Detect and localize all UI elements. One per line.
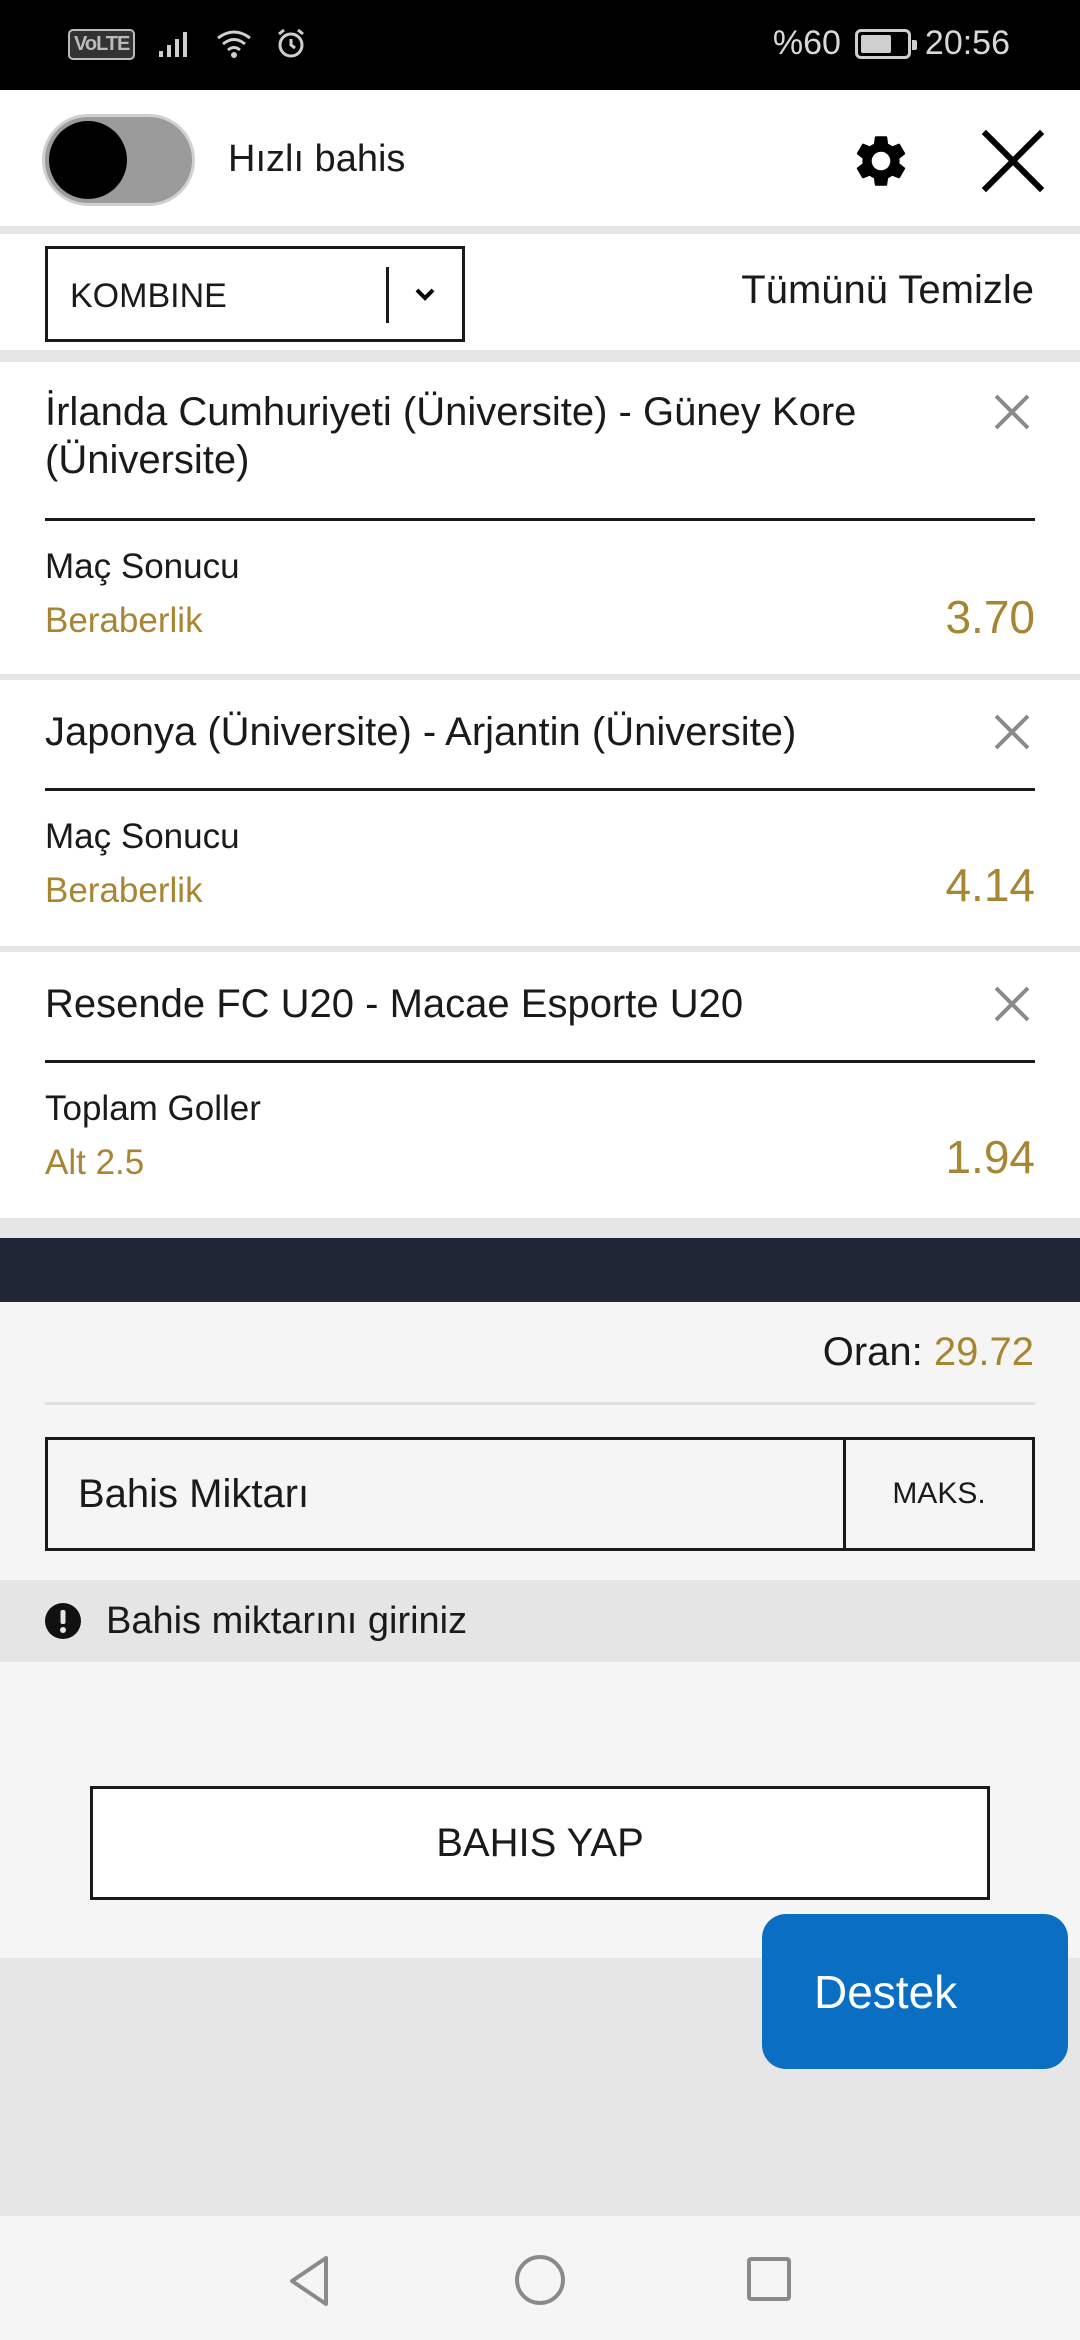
bet-item: İrlanda Cumhuriyeti (Üniversite) - Güney… — [0, 362, 1080, 680]
remove-icon[interactable] — [992, 712, 1032, 752]
support-button[interactable]: Destek — [762, 1914, 1068, 2069]
system-nav-bar — [0, 2216, 1080, 2340]
gear-icon[interactable] — [850, 130, 912, 192]
remove-icon[interactable] — [992, 392, 1032, 432]
close-icon[interactable] — [980, 128, 1046, 194]
bet-match: Japonya (Üniversite) - Arjantin (Ünivers… — [45, 710, 797, 754]
battery-icon — [854, 28, 917, 59]
bet-separator — [45, 788, 1035, 791]
quick-bet-label: Hızlı bahis — [228, 138, 406, 180]
status-left: VoLTE — [68, 28, 307, 60]
home-icon[interactable] — [514, 2254, 566, 2306]
warning-text: Bahis miktarını giriniz — [106, 1600, 468, 1642]
clear-all-button[interactable]: Tümünü Temizle — [741, 268, 1034, 313]
betslip-header: Hızlı bahis — [0, 90, 1080, 230]
bet-pick: Beraberlik — [45, 871, 203, 910]
bet-market: Maç Sonucu — [45, 817, 240, 856]
battery-level — [860, 34, 891, 53]
bet-market: Maç Sonucu — [45, 547, 240, 586]
bet-odd: 1.94 — [945, 1131, 1035, 1183]
betslip-toolbar: KOMBINE Tümünü Temizle — [0, 234, 1080, 356]
clock: 20:56 — [924, 24, 1010, 62]
bet-summary: Oran: 29.72 MAKS. Bahis miktarını girini… — [0, 1302, 1080, 1958]
summary-separator — [45, 1402, 1035, 1405]
signal-icon — [159, 32, 188, 57]
divider-band — [0, 1238, 1080, 1302]
bet-pick: Alt 2.5 — [45, 1143, 145, 1182]
bet-list: İrlanda Cumhuriyeti (Üniversite) - Güney… — [0, 362, 1080, 1224]
total-odds: Oran: 29.72 — [823, 1330, 1034, 1375]
chevron-down-icon — [415, 288, 435, 301]
remove-icon[interactable] — [992, 984, 1032, 1024]
bet-item: Resende FC U20 - Macae Esporte U20 Topla… — [0, 952, 1080, 1224]
toggle-knob — [49, 121, 127, 199]
stake-input[interactable] — [48, 1440, 843, 1548]
alarm-icon — [278, 28, 305, 58]
total-odds-label: Oran: — [822, 1330, 923, 1374]
bet-separator — [45, 1060, 1035, 1063]
place-bet-button[interactable]: BAHIS YAP — [90, 1786, 990, 1900]
select-divider — [386, 267, 389, 323]
warning-icon — [45, 1603, 81, 1639]
total-odds-value: 29.72 — [933, 1330, 1034, 1374]
max-stake-button[interactable]: MAKS. — [843, 1440, 1032, 1548]
bet-match: İrlanda Cumhuriyeti (Üniversite) - Güney… — [45, 390, 857, 482]
bet-item: Japonya (Üniversite) - Arjantin (Ünivers… — [0, 680, 1080, 952]
back-icon[interactable] — [286, 2254, 332, 2308]
bet-separator — [45, 518, 1035, 521]
warning-banner: Bahis miktarını giriniz — [0, 1580, 1080, 1662]
bet-type-value: KOMBINE — [70, 277, 227, 315]
battery-percent: %60 — [772, 24, 841, 62]
wifi-icon — [217, 30, 252, 58]
bet-market: Toplam Goller — [45, 1089, 261, 1128]
status-bar: VoLTE %60 20:56 — [0, 0, 1080, 90]
status-right: %60 20:56 — [773, 24, 1010, 63]
recent-apps-icon[interactable] — [746, 2256, 792, 2302]
bet-odd: 4.14 — [945, 859, 1035, 911]
bet-pick: Beraberlik — [45, 601, 203, 640]
volte-indicator: VoLTE — [68, 28, 136, 60]
bet-odd: 3.70 — [945, 591, 1035, 643]
bet-match: Resende FC U20 - Macae Esporte U20 — [45, 982, 744, 1026]
quick-bet-toggle[interactable] — [42, 114, 195, 206]
bet-type-select[interactable]: KOMBINE — [45, 246, 465, 342]
stake-box: MAKS. — [45, 1437, 1035, 1551]
